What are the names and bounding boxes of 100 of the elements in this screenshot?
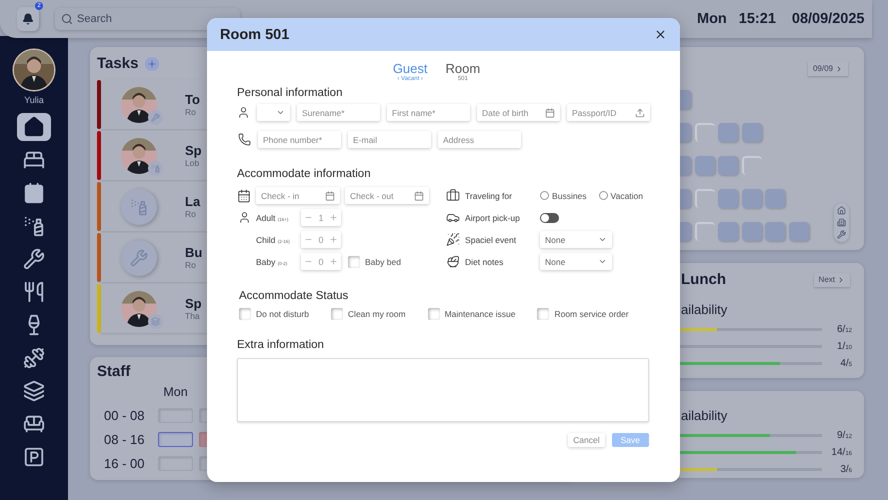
radio-label: Vacation <box>610 190 643 200</box>
plus-icon <box>147 58 158 68</box>
calendar-icon <box>23 182 45 204</box>
user-name: Yulia <box>24 95 44 105</box>
calendar-icon <box>545 108 555 118</box>
plus-icon <box>328 257 338 266</box>
chevron-down-icon <box>598 235 608 244</box>
search-field[interactable]: Search <box>55 8 240 30</box>
utensils-icon <box>23 281 45 303</box>
task-location: Ro <box>185 260 197 270</box>
task-title: La <box>185 194 200 209</box>
radio-button[interactable] <box>598 191 608 200</box>
room-tile[interactable] <box>788 222 808 241</box>
room-tile[interactable] <box>765 189 785 208</box>
date-field[interactable]: Date of birth <box>477 104 560 121</box>
section-heading: Accommodate information <box>237 168 372 180</box>
panel-title: Tasks <box>97 55 138 72</box>
close-icon <box>654 28 667 41</box>
room-tile[interactable] <box>718 189 738 208</box>
chevron-right-icon <box>837 276 845 284</box>
spray-bottle-icon <box>23 215 45 237</box>
free-room-marker[interactable] <box>694 222 714 241</box>
select-field[interactable]: None <box>540 231 612 248</box>
option-label: Traveling for <box>465 190 513 200</box>
free-room-marker[interactable] <box>742 156 762 175</box>
time-text: 15:21 <box>738 11 776 27</box>
plus-icon <box>328 213 338 222</box>
shift-slot[interactable] <box>158 408 193 423</box>
option-label: Diet notes <box>465 256 504 266</box>
checkbox[interactable] <box>428 308 440 320</box>
checkbox-label: Clean my room <box>348 309 406 319</box>
select-field[interactable]: None <box>540 253 612 270</box>
input-field[interactable]: Surename* <box>297 104 380 121</box>
cancel-button[interactable]: Cancel <box>568 433 605 447</box>
person-icon <box>238 211 250 224</box>
task-location: Tha <box>185 311 201 321</box>
dumbbell-icon <box>23 347 45 369</box>
number-stepper[interactable]: 0 <box>301 231 341 248</box>
room-tile[interactable] <box>742 123 762 142</box>
checkbox[interactable] <box>330 308 343 320</box>
layers-icon <box>151 316 160 326</box>
text-area[interactable] <box>237 358 649 422</box>
room-tile[interactable] <box>718 156 738 175</box>
bed-icon <box>23 149 45 171</box>
layers-icon <box>23 380 45 402</box>
task-title: Bu <box>185 245 202 260</box>
next-button[interactable]: Next <box>814 272 850 286</box>
parking-icon <box>23 446 45 468</box>
free-room-marker[interactable] <box>694 123 714 142</box>
radio-label: Bussines <box>552 190 587 200</box>
upload-icon <box>635 108 645 118</box>
date-button[interactable]: 09/09 <box>808 61 848 76</box>
save-button[interactable]: Save <box>612 433 649 447</box>
title-select[interactable] <box>257 104 290 121</box>
wrench-icon <box>130 248 148 266</box>
chevron-right-icon <box>835 64 843 72</box>
notification-button[interactable] <box>17 7 39 31</box>
panel-title: Lunch <box>681 271 726 288</box>
upload-field[interactable]: Passport/ID <box>567 104 650 121</box>
wrench-icon <box>837 230 846 239</box>
person-icon <box>237 106 250 119</box>
wrench-icon <box>151 112 160 122</box>
input-field[interactable]: Phone number* <box>258 131 341 148</box>
close-button[interactable] <box>654 28 667 41</box>
room-tile[interactable] <box>742 222 762 241</box>
date-field[interactable]: Check - in <box>256 187 340 204</box>
checkbox[interactable] <box>348 256 360 268</box>
date-field[interactable]: Check - out <box>345 187 429 204</box>
nav-item[interactable] <box>17 113 51 141</box>
radio-button[interactable] <box>540 191 550 200</box>
calendar-icon <box>414 190 424 200</box>
room-tile[interactable] <box>694 156 714 175</box>
room-tile[interactable] <box>718 222 738 241</box>
chevron-down-icon <box>598 257 608 266</box>
shift-slot[interactable] <box>158 432 193 447</box>
free-room-marker[interactable] <box>694 189 714 208</box>
sofa-icon <box>23 413 45 435</box>
search-icon <box>61 13 73 25</box>
input-field[interactable]: First name* <box>387 104 470 121</box>
plus-icon <box>328 235 338 244</box>
checkbox[interactable] <box>239 308 251 320</box>
checkbox[interactable] <box>537 308 550 320</box>
room-tile[interactable] <box>765 222 785 241</box>
room-tile[interactable] <box>718 123 738 142</box>
checkbox-label: Baby bed <box>365 256 401 266</box>
party-popper-icon <box>446 232 460 247</box>
toggle-switch[interactable] <box>540 212 560 222</box>
chevron-down-icon <box>276 108 285 117</box>
input-field[interactable]: E-mail <box>348 131 431 148</box>
checkbox-label: Do not disturb <box>256 309 309 319</box>
spray-bottle-icon <box>130 198 148 216</box>
input-field[interactable]: Address <box>438 131 521 148</box>
shift-slot[interactable] <box>158 456 193 471</box>
room-tile[interactable] <box>742 189 762 208</box>
bell-icon <box>22 13 34 25</box>
add-task-button[interactable] <box>145 56 160 70</box>
number-stepper[interactable]: 1 <box>301 209 341 226</box>
home-icon <box>23 116 45 138</box>
briefcase-icon <box>446 188 460 203</box>
number-stepper[interactable]: 0 <box>301 253 341 270</box>
